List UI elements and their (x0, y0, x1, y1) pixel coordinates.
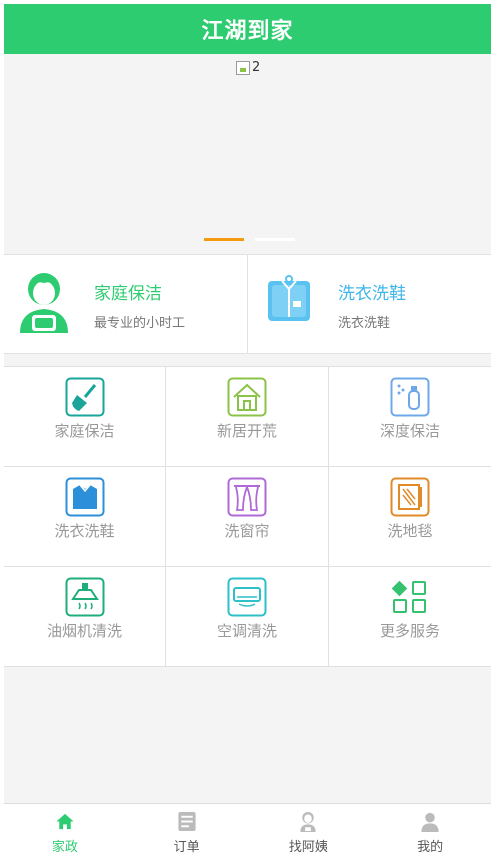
tab-label: 家政 (51, 840, 78, 855)
home-icon (56, 813, 74, 830)
spray-bottle-icon (390, 377, 430, 417)
service-label: 新居开荒 (216, 422, 277, 440)
service-label: 洗窗帘 (224, 522, 270, 540)
bottom-tab-bar: 家政 订单 找阿姨 我的 (4, 803, 491, 855)
service-deep-cleaning[interactable]: 深度保洁 (329, 367, 491, 467)
service-grid: 家庭保洁 新居开荒 深度保洁 洗衣洗鞋 洗窗帘 洗地毯 油烟机清洗 空调清洗 更… (4, 366, 491, 667)
service-new-home-cleaning[interactable]: 新居开荒 (166, 367, 329, 467)
app-frame: 江湖到家 2 家庭保洁 最专业的小时工 洗衣洗鞋 洗衣洗鞋 家庭保洁 新居开荒 … (4, 4, 491, 855)
service-range-hood-cleaning[interactable]: 油烟机清洗 (4, 567, 166, 667)
promo-title: 洗衣洗鞋 (338, 284, 406, 304)
banner-image[interactable]: 2 (236, 60, 260, 75)
app-title: 江湖到家 (201, 19, 294, 44)
broken-image-icon (236, 60, 250, 75)
find-aunt-icon (300, 811, 317, 832)
banner-carousel[interactable]: 2 (4, 54, 491, 254)
tab-home[interactable]: 家政 (4, 804, 126, 855)
housekeeper-icon (20, 273, 68, 333)
tab-label: 订单 (173, 840, 200, 855)
shirt-icon (65, 477, 104, 517)
broom-icon (65, 377, 104, 417)
promo-subtitle: 洗衣洗鞋 (338, 316, 391, 331)
service-label: 洗衣洗鞋 (54, 522, 115, 540)
service-label: 家庭保洁 (54, 422, 115, 440)
tab-label: 我的 (417, 840, 444, 855)
service-house-cleaning[interactable]: 家庭保洁 (4, 367, 166, 467)
air-conditioner-icon (227, 577, 267, 617)
service-label: 更多服务 (379, 622, 440, 640)
house-icon (227, 377, 267, 417)
tab-profile[interactable]: 我的 (369, 804, 491, 855)
service-laundry[interactable]: 洗衣洗鞋 (4, 467, 166, 567)
promo-house-cleaning[interactable]: 家庭保洁 最专业的小时工 (4, 255, 247, 353)
promo-subtitle: 最专业的小时工 (94, 316, 186, 331)
range-hood-icon (65, 577, 104, 617)
carousel-indicators (204, 238, 295, 241)
service-curtain-cleaning[interactable]: 洗窗帘 (166, 467, 329, 567)
profile-icon (421, 812, 439, 832)
carousel-dot-2[interactable] (255, 238, 295, 241)
tab-label: 找阿姨 (288, 840, 328, 855)
service-label: 空调清洗 (216, 622, 277, 640)
service-label: 深度保洁 (379, 422, 440, 440)
tab-find-aunt[interactable]: 找阿姨 (248, 804, 370, 855)
tab-orders[interactable]: 订单 (126, 804, 248, 855)
service-carpet-cleaning[interactable]: 洗地毯 (329, 467, 491, 567)
promo-laundry[interactable]: 洗衣洗鞋 洗衣洗鞋 (247, 255, 491, 353)
more-services-icon (391, 580, 426, 613)
service-air-conditioner-cleaning[interactable]: 空调清洗 (166, 567, 329, 667)
service-more[interactable]: 更多服务 (329, 567, 491, 667)
service-label: 洗地毯 (387, 522, 433, 540)
app-header: 江湖到家 (4, 4, 491, 54)
promo-title: 家庭保洁 (94, 284, 162, 304)
shirt-icon (268, 275, 310, 321)
banner-image-alt: 2 (252, 60, 261, 75)
carpet-icon (390, 477, 430, 517)
promo-row: 家庭保洁 最专业的小时工 洗衣洗鞋 洗衣洗鞋 (4, 254, 491, 354)
curtain-icon (227, 477, 267, 517)
carousel-dot-1[interactable] (204, 238, 244, 241)
order-icon (178, 811, 196, 832)
service-label: 油烟机清洗 (46, 622, 122, 640)
